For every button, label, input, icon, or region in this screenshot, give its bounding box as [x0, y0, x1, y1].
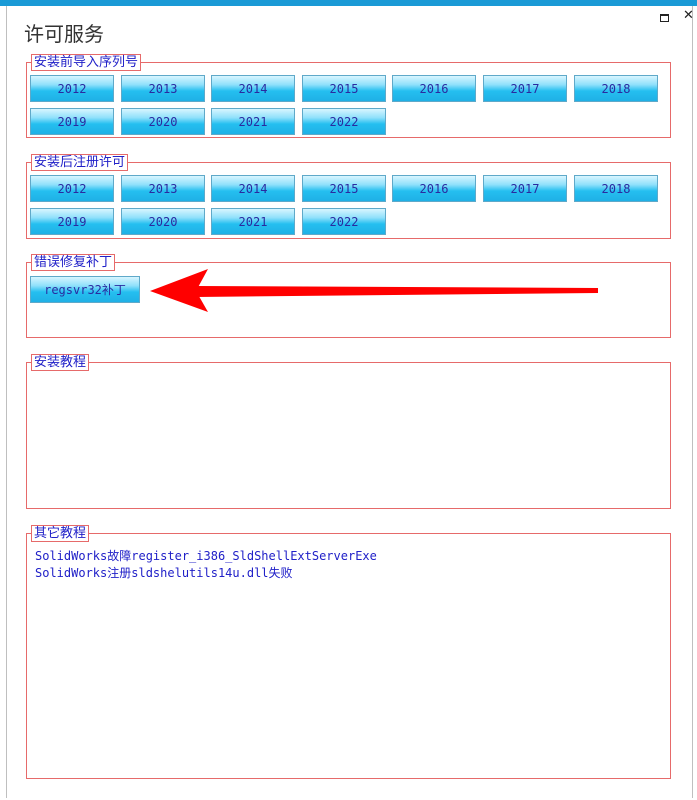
group-legend-install: 安装教程	[31, 354, 90, 371]
serial-2013-button[interactable]: 2013	[121, 75, 205, 102]
serial-2014-button[interactable]: 2014	[211, 75, 295, 102]
serial-2020-button[interactable]: 2020	[121, 108, 205, 135]
maximize-icon[interactable]	[660, 14, 669, 22]
license-2014-button[interactable]: 2014	[211, 175, 295, 202]
license-2013-button[interactable]: 2013	[121, 175, 205, 202]
group-other-tutorials: 其它教程 SolidWorks故障register_i386_SldShellE…	[26, 525, 671, 779]
close-icon[interactable]: ✕	[683, 8, 694, 24]
license-2021-button[interactable]: 2021	[211, 208, 295, 235]
group-legend-serial: 安装前导入序列号	[31, 54, 142, 71]
license-2015-button[interactable]: 2015	[302, 175, 386, 202]
tutorial-link-sldshelutils[interactable]: SolidWorks注册sldshelutils14u.dll失败	[35, 565, 377, 582]
license-2018-button[interactable]: 2018	[574, 175, 658, 202]
license-2020-button[interactable]: 2020	[121, 208, 205, 235]
serial-2022-button[interactable]: 2022	[302, 108, 386, 135]
tutorial-link-list: SolidWorks故障register_i386_SldShellExtSer…	[35, 548, 377, 582]
serial-2015-button[interactable]: 2015	[302, 75, 386, 102]
window-title: 许可服务	[24, 22, 104, 46]
serial-2021-button[interactable]: 2021	[211, 108, 295, 135]
serial-2012-button[interactable]: 2012	[30, 75, 114, 102]
serial-2018-button[interactable]: 2018	[574, 75, 658, 102]
red-arrow-annotation	[150, 269, 598, 312]
serial-2019-button[interactable]: 2019	[30, 108, 114, 135]
regsvr32-patch-button[interactable]: regsvr32补丁	[30, 276, 140, 303]
group-legend-license: 安装后注册许可	[31, 154, 129, 171]
serial-2017-button[interactable]: 2017	[483, 75, 567, 102]
license-2012-button[interactable]: 2012	[30, 175, 114, 202]
group-license-after-install: 安装后注册许可 2012 2013 2014 2015 2016 2017 20…	[26, 154, 671, 239]
license-2019-button[interactable]: 2019	[30, 208, 114, 235]
serial-2016-button[interactable]: 2016	[392, 75, 476, 102]
license-2022-button[interactable]: 2022	[302, 208, 386, 235]
group-legend-fix: 错误修复补丁	[31, 254, 116, 271]
license-2016-button[interactable]: 2016	[392, 175, 476, 202]
group-serial-before-install: 安装前导入序列号 2012 2013 2014 2015 2016 2017 2…	[26, 54, 671, 138]
license-2017-button[interactable]: 2017	[483, 175, 567, 202]
group-legend-other: 其它教程	[31, 525, 90, 542]
tutorial-link-shell-ext[interactable]: SolidWorks故障register_i386_SldShellExtSer…	[35, 548, 377, 565]
group-install-tutorial: 安装教程	[26, 354, 671, 509]
arrow-shaft	[196, 286, 598, 297]
